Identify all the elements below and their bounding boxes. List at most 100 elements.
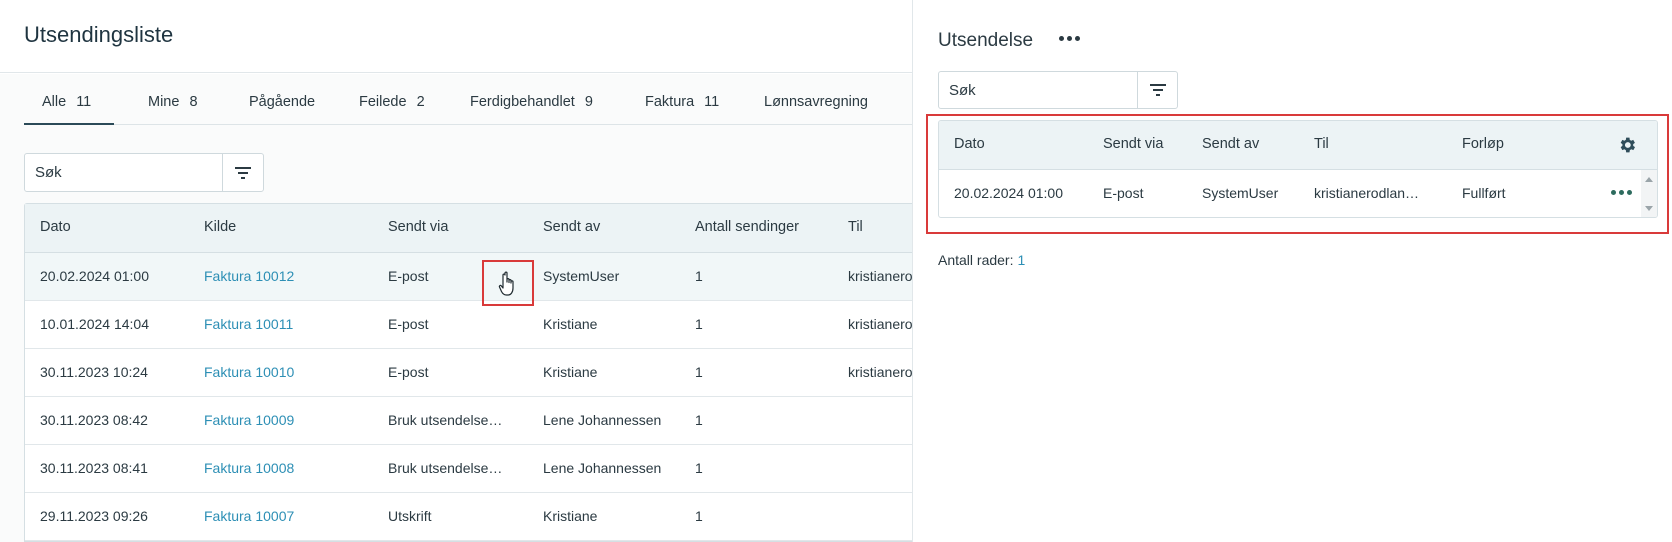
panel-search-input[interactable] [939,72,1138,108]
cell-dato: 30.11.2023 08:41 [40,460,148,476]
panel-more-button[interactable] [1056,27,1082,49]
panel-filter-button[interactable] [1137,72,1177,108]
table-row[interactable]: 30.11.2023 08:41 Faktura 10008 Bruk utse… [25,445,912,493]
scroll-down-arrow-icon[interactable] [1645,206,1653,211]
cell-antall: 1 [695,508,703,524]
filter-icon [1149,84,1166,96]
tab-label: Faktura [645,94,695,110]
page-header: Utsendingsliste [0,0,912,73]
cell-dato: 30.11.2023 08:42 [40,412,148,428]
cell-kilde-link[interactable]: Faktura 10011 [204,316,293,332]
table-row[interactable]: 29.11.2023 09:26 Faktura 10007 Utskrift … [25,493,912,541]
content-area: Alle 11 Mine 8 Pågående Feilede 2 Ferdigbeh… [0,74,912,542]
table-row[interactable]: 20.02.2024 01:00 Faktura 10012 E-post Sy… [25,253,912,301]
more-horizontal-icon [1058,35,1080,41]
cell-sendt-via: E-post [388,268,429,284]
column-header-antall-sendinger[interactable]: Antall sendinger [695,219,799,235]
search-box [24,153,264,192]
panel-dispatch-table: Dato Sendt via Sendt av Til Forløp 20.02… [938,120,1658,218]
filter-button[interactable] [222,154,263,191]
tab-count: 11 [76,94,92,110]
cell-sendt-via: E-post [388,364,429,380]
cell-sendt-av: Kristiane [543,508,598,524]
cell-sendt-via: E-post [388,316,429,332]
column-header-kilde[interactable]: Kilde [204,219,236,235]
column-header-til[interactable]: Til [848,219,863,235]
column-header-dato[interactable]: Dato [40,219,71,235]
cell-sendt-av: SystemUser [543,268,620,284]
column-header-sendt-av[interactable]: Sendt av [543,219,600,235]
cell-til: kristianerodlandfjellheim@example.no [848,268,912,284]
tab-count: 2 [416,94,425,110]
column-header-sendt-via[interactable]: Sendt via [388,219,448,235]
tab-label: Lønnsavregning [764,94,868,110]
column-header-sendt-via[interactable]: Sendt via [1103,136,1163,152]
cursor-highlight [482,260,534,306]
cell-sendt-av: SystemUser [1202,185,1279,201]
filter-icon [235,166,251,179]
cell-kilde-link[interactable]: Faktura 10010 [204,364,294,380]
tab-mine[interactable]: Mine 8 [148,94,198,125]
cell-kilde-link[interactable]: Faktura 10007 [204,508,294,524]
column-header-til[interactable]: Til [1314,136,1329,152]
cell-antall: 1 [695,268,703,284]
column-header-sendt-av[interactable]: Sendt av [1202,136,1259,152]
table-row[interactable]: 30.11.2023 10:24 Faktura 10010 E-post Kr… [25,349,912,397]
cell-dato: 29.11.2023 09:26 [40,508,148,524]
cell-sendt-via: Bruk utsendelse… [388,460,503,476]
tab-count: 8 [189,94,198,110]
tab-bar: Alle 11 Mine 8 Pågående Feilede 2 Ferdigbeh… [24,94,912,125]
tab-alle[interactable]: Alle 11 [24,94,114,125]
tab-feilede[interactable]: Feilede 2 [359,94,425,125]
row-count-label: Antall rader: [938,252,1014,268]
cell-kilde-link[interactable]: Faktura 10008 [204,460,294,476]
dispatch-detail-panel: Utsendelse Dato Sendt via Sendt av Til F… [912,0,1672,542]
main-area: Utsendingsliste Alle 11 Mine 8 Pågående Fe… [0,0,912,542]
tab-label: Ferdigbehandlet [470,94,575,110]
more-horizontal-icon [1611,190,1632,195]
hand-pointer-icon [498,271,514,296]
cell-antall: 1 [695,364,703,380]
cell-dato: 20.02.2024 01:00 [954,185,1063,201]
cell-sendt-av: Lene Johannessen [543,460,662,476]
cell-dato: 30.11.2023 10:24 [40,364,148,380]
tab-label: Mine [148,94,180,110]
tab-faktura[interactable]: Faktura 11 [645,94,719,125]
cell-sendt-via: Utskrift [388,508,432,524]
table-row[interactable]: 30.11.2023 08:42 Faktura 10009 Bruk utse… [25,397,912,445]
tab-count: 11 [704,94,720,110]
cell-til: kristianerodlan… [1314,185,1420,201]
row-more-button[interactable] [1611,190,1632,195]
cell-sendt-av: Kristiane [543,316,598,332]
tab-count: 9 [584,94,593,110]
search-input[interactable] [25,154,222,191]
table-header: Dato Kilde Sendt via Sendt av Antall sen… [25,204,912,253]
cell-sendt-av: Lene Johannessen [543,412,662,428]
cell-sendt-av: Kristiane [543,364,598,380]
page-title: Utsendingsliste [24,22,174,47]
cell-antall: 1 [695,316,703,332]
table-row[interactable]: 20.02.2024 01:00 E-post SystemUser krist… [939,170,1657,217]
cell-til: kristianerodlandfjellheim@example.no [848,364,912,380]
panel-table-header: Dato Sendt via Sendt av Til Forløp [939,121,1657,170]
tab-ferdigbehandlet[interactable]: Ferdigbehandlet 9 [470,94,593,125]
tab-pagaende[interactable]: Pågående [249,94,315,125]
row-count-value: 1 [1017,252,1026,268]
table-row[interactable]: 10.01.2024 14:04 Faktura 10011 E-post Kr… [25,301,912,349]
scroll-up-arrow-icon[interactable] [1645,177,1653,182]
cell-kilde-link[interactable]: Faktura 10012 [204,268,294,284]
cell-forlop: Fullført [1462,185,1506,201]
column-header-dato[interactable]: Dato [954,136,985,152]
tab-lonnsavregning[interactable]: Lønnsavregning [764,94,868,125]
panel-search-box [938,71,1178,109]
column-header-forlop[interactable]: Forløp [1462,136,1504,152]
cell-dato: 20.02.2024 01:00 [40,268,149,284]
panel-title: Utsendelse [938,30,1034,51]
cell-kilde-link[interactable]: Faktura 10009 [204,412,294,428]
tab-label: Alle [42,94,67,110]
cell-sendt-via: E-post [1103,185,1144,201]
gear-icon[interactable] [1617,135,1637,155]
row-count: Antall rader: 1 [938,252,1025,268]
vertical-scrollbar[interactable] [1641,170,1657,217]
cell-dato: 10.01.2024 14:04 [40,316,149,332]
